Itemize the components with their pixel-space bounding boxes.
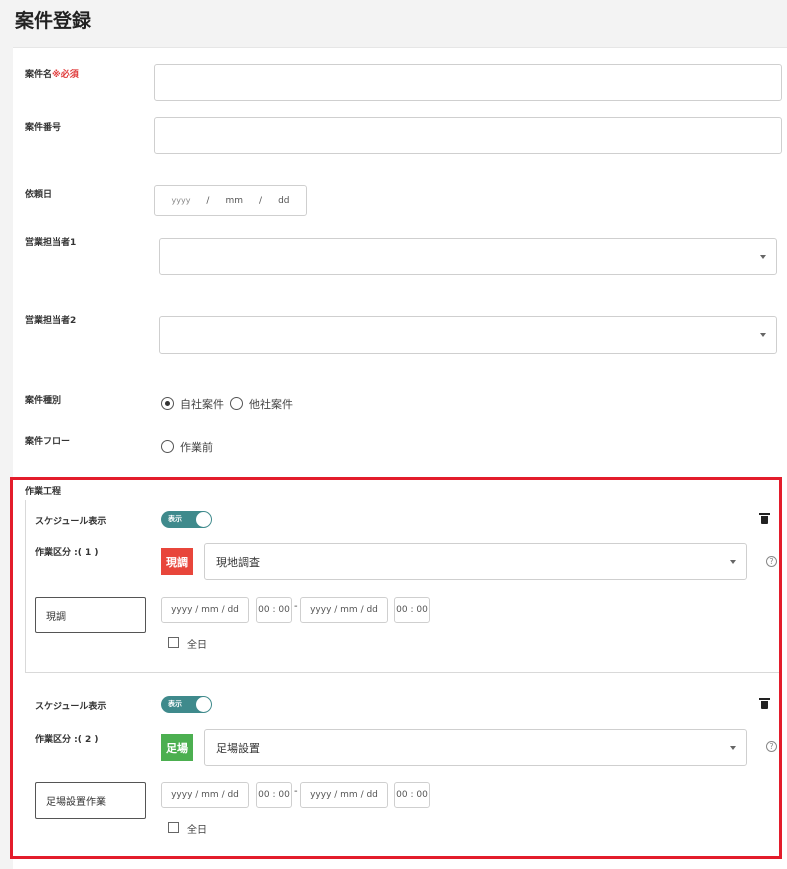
start-date-input[interactable]: yyyy / mm / dd	[161, 782, 249, 808]
work-division-select-value: 足場設置	[216, 741, 260, 755]
radio-own-project[interactable]	[161, 397, 174, 410]
range-separator: -	[294, 601, 298, 612]
schedule-display-label: スケジュール表示	[35, 702, 107, 712]
start-time-input[interactable]: 00 : 00	[256, 597, 292, 623]
work-name-input[interactable]: 現調	[35, 597, 146, 633]
radio-other-project[interactable]	[230, 397, 243, 410]
radio-other-project-label: 他社案件	[249, 398, 293, 411]
request-date-label: 依頼日	[25, 190, 53, 200]
work-division-select-value: 現地調査	[216, 555, 260, 569]
project-type-label: 案件種別	[25, 396, 62, 406]
start-date-input[interactable]: yyyy / mm / dd	[161, 597, 249, 623]
toggle-text: 表示	[168, 700, 182, 708]
work-division-label: 作業区分 :( 2 )	[35, 735, 99, 745]
end-date-input[interactable]: yyyy / mm / dd	[300, 782, 388, 808]
project-name-label-text: 案件名	[25, 70, 53, 80]
end-time-input[interactable]: 00 : 00	[394, 782, 430, 808]
all-day-label: 全日	[187, 825, 207, 836]
chevron-down-icon	[760, 333, 766, 337]
all-day-checkbox[interactable]	[168, 637, 179, 648]
range-separator: -	[294, 786, 298, 797]
all-day-checkbox[interactable]	[168, 822, 179, 833]
chevron-down-icon	[730, 745, 736, 750]
all-day-label: 全日	[187, 640, 207, 651]
radio-before-work-label: 作業前	[180, 441, 213, 454]
work-process-card-1	[25, 500, 779, 673]
page-title: 案件登録	[15, 10, 92, 32]
chevron-down-icon	[760, 254, 766, 259]
work-division-select[interactable]: 足場設置	[204, 729, 747, 766]
date-month-placeholder: mm	[225, 195, 244, 206]
toggle-text: 表示	[168, 515, 182, 523]
schedule-display-label: スケジュール表示	[35, 517, 107, 527]
radio-before-work[interactable]	[161, 440, 174, 453]
required-mark: ※必須	[52, 70, 79, 80]
project-name-label: 案件名※必須	[25, 67, 79, 80]
work-process-label: 作業工程	[25, 487, 62, 497]
project-number-input[interactable]	[154, 117, 782, 154]
project-number-label: 案件番号	[25, 123, 62, 133]
schedule-display-toggle[interactable]: 表示	[161, 696, 212, 713]
radio-own-project-label: 自社案件	[180, 398, 224, 411]
date-separator: /	[259, 195, 263, 206]
trash-icon[interactable]	[759, 698, 770, 709]
end-time-input[interactable]: 00 : 00	[394, 597, 430, 623]
date-year-placeholder: yyyy	[171, 196, 191, 205]
request-date-input[interactable]: yyyy / mm / dd	[154, 185, 307, 216]
schedule-display-toggle[interactable]: 表示	[161, 511, 212, 528]
question-circle-icon[interactable]: ?	[766, 741, 777, 752]
start-time-input[interactable]: 00 : 00	[256, 782, 292, 808]
work-division-label: 作業区分 :( 1 )	[35, 548, 99, 558]
trash-icon[interactable]	[759, 513, 770, 524]
question-circle-icon[interactable]: ?	[766, 556, 777, 567]
sales2-label: 営業担当者2	[25, 316, 77, 326]
toggle-knob	[196, 512, 211, 527]
date-separator: /	[206, 195, 210, 206]
work-division-badge: 現調	[161, 548, 193, 575]
project-name-input[interactable]	[154, 64, 782, 101]
project-flow-label: 案件フロー	[25, 437, 71, 447]
work-division-badge: 足場	[161, 734, 193, 761]
chevron-down-icon	[730, 559, 736, 564]
sales1-select[interactable]	[159, 238, 777, 275]
sales2-select[interactable]	[159, 316, 777, 354]
date-day-placeholder: dd	[278, 195, 290, 206]
end-date-input[interactable]: yyyy / mm / dd	[300, 597, 388, 623]
work-division-select[interactable]: 現地調査	[204, 543, 747, 580]
work-name-input[interactable]: 足場設置作業	[35, 782, 146, 819]
sales1-label: 営業担当者1	[25, 238, 77, 248]
toggle-knob	[196, 697, 211, 712]
